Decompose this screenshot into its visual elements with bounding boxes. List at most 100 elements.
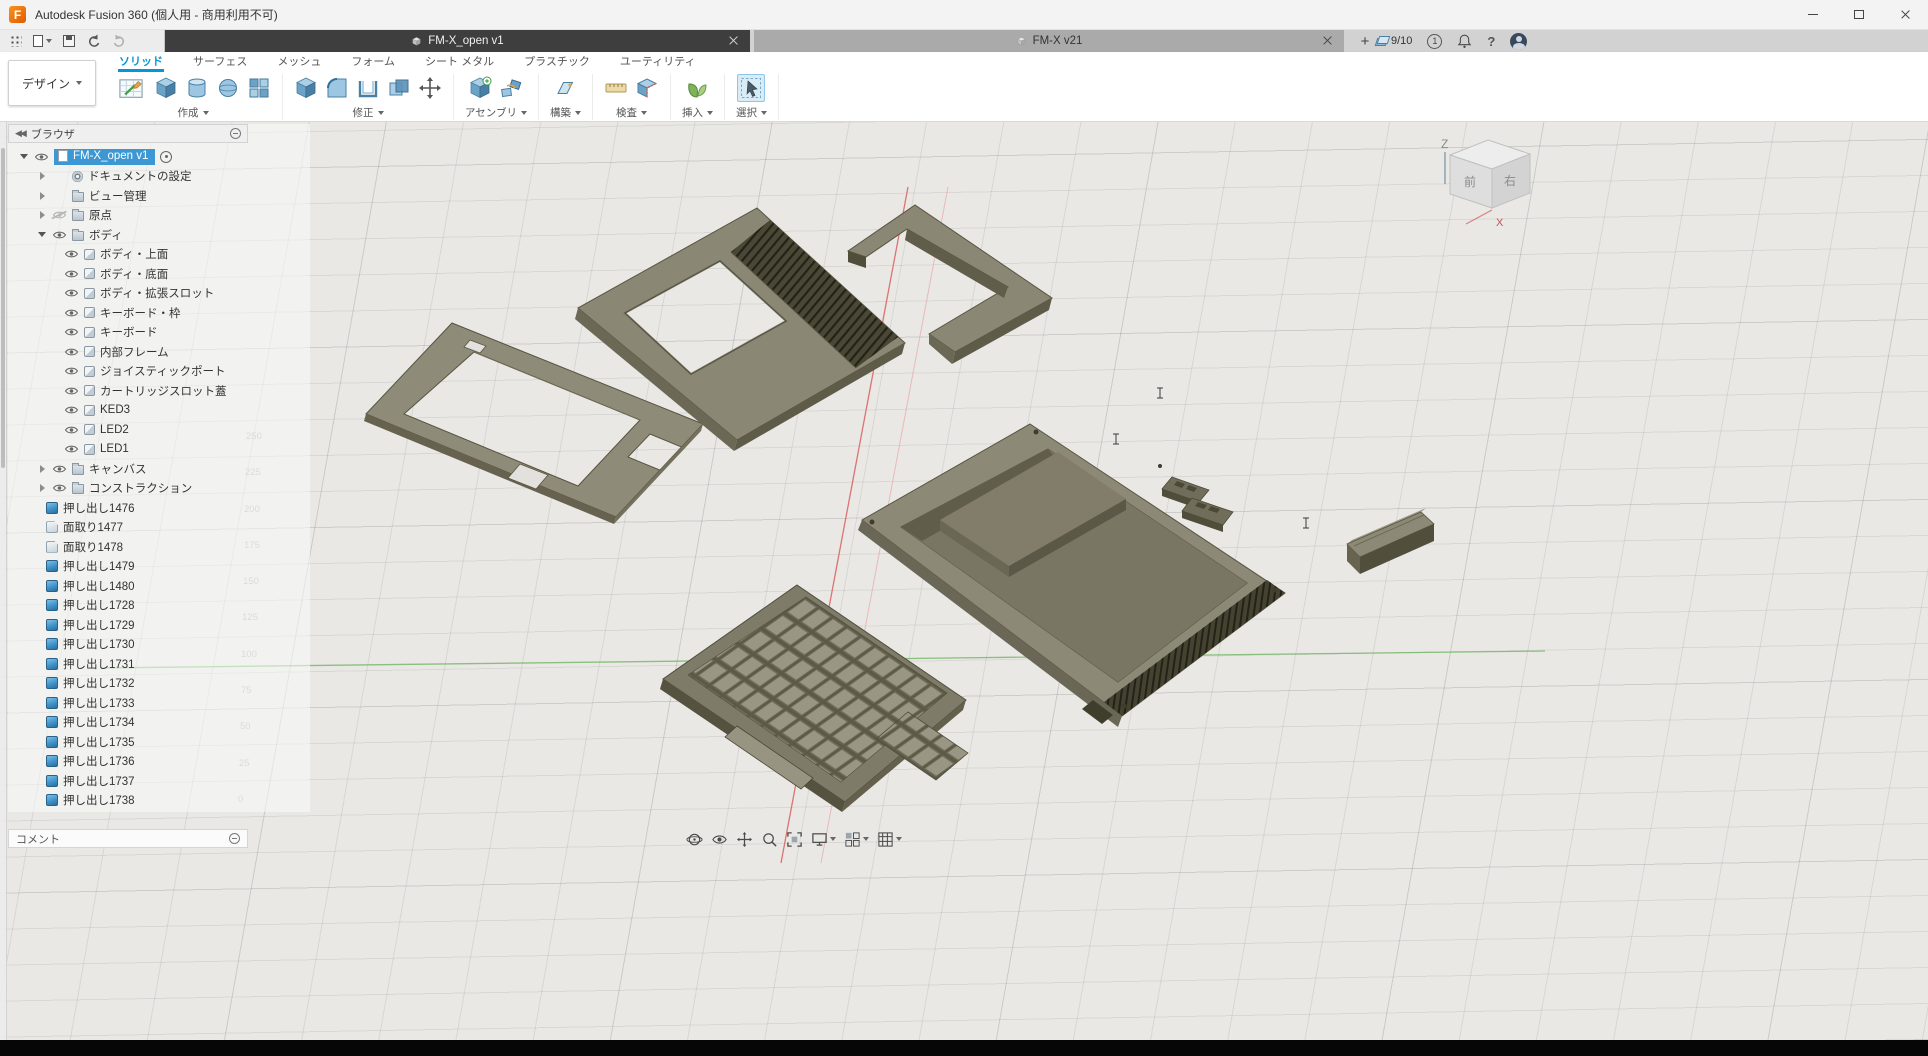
group-label-insert[interactable]: 挿入 xyxy=(682,105,713,120)
zoom-button[interactable] xyxy=(759,829,780,850)
cylinder-icon[interactable] xyxy=(185,76,209,100)
feature-row[interactable]: 押し出し1738 xyxy=(8,791,310,811)
feature-row[interactable]: 押し出し1480 xyxy=(8,576,310,596)
minimize-panel-icon[interactable] xyxy=(230,128,241,139)
bell-icon[interactable] xyxy=(1457,33,1472,49)
maximize-button[interactable] xyxy=(1836,0,1882,29)
cloud-credits-indicator[interactable]: 9/10 xyxy=(1376,35,1412,47)
viewport-canvas[interactable]: 250 225 200 175 150 125 100 75 50 25 0 xyxy=(0,122,1928,1040)
activate-component-icon[interactable] xyxy=(160,151,172,163)
group-label-construct[interactable]: 構築 xyxy=(550,105,581,120)
new-component-icon[interactable] xyxy=(468,76,492,100)
panel-scrollbar[interactable] xyxy=(0,122,7,1040)
visibility-eye-icon[interactable] xyxy=(34,152,49,162)
pan-button[interactable] xyxy=(734,829,755,850)
tree-row-body[interactable]: KED3 xyxy=(64,401,310,421)
save-icon[interactable] xyxy=(63,35,75,47)
expander-icon[interactable] xyxy=(20,152,29,161)
tree-row[interactable]: ドキュメントの設定 xyxy=(38,167,310,187)
feature-row[interactable]: 押し出し1729 xyxy=(8,615,310,635)
model-bottom-tray[interactable] xyxy=(858,424,1285,727)
visibility-eye-icon[interactable] xyxy=(64,249,79,259)
shell-icon[interactable] xyxy=(356,76,380,100)
expander-icon[interactable] xyxy=(38,484,47,493)
feature-row[interactable]: 押し出し1736 xyxy=(8,752,310,772)
group-label-create[interactable]: 作成 xyxy=(178,105,209,120)
feature-row[interactable]: 押し出し1735 xyxy=(8,732,310,752)
tree-row-body[interactable]: キーボード・枠 xyxy=(64,303,310,323)
job-status-icon[interactable]: 1 xyxy=(1427,34,1442,49)
orbit-button[interactable] xyxy=(684,829,705,850)
joint-icon[interactable] xyxy=(499,76,523,100)
model-u-bracket[interactable] xyxy=(848,205,1052,364)
combine-icon[interactable] xyxy=(387,76,411,100)
viewports-button[interactable] xyxy=(842,829,871,850)
group-label-select[interactable]: 選択 xyxy=(736,105,767,120)
construction-plane-icon[interactable] xyxy=(553,76,577,100)
section-analysis-icon[interactable] xyxy=(635,76,659,100)
ribbon-tab[interactable]: メッシュ xyxy=(276,52,322,72)
tree-row[interactable]: コンストラクション xyxy=(38,479,310,499)
visibility-eye-icon[interactable] xyxy=(64,308,79,318)
minimize-button[interactable] xyxy=(1790,0,1836,29)
expander-icon[interactable] xyxy=(38,191,47,200)
view-cube[interactable]: Z 前 右 X xyxy=(1438,136,1558,231)
feature-row[interactable]: 押し出し1730 xyxy=(8,635,310,655)
tree-row-body[interactable]: キーボード xyxy=(64,323,310,343)
measure-icon[interactable] xyxy=(604,76,628,100)
tree-row-root[interactable]: FM-X_open v1 xyxy=(8,147,310,167)
expander-icon[interactable] xyxy=(38,172,47,181)
ribbon-tab[interactable]: サーフェス xyxy=(192,52,248,72)
workspace-switcher[interactable]: デザイン xyxy=(8,60,96,106)
new-document-tab-button[interactable]: + xyxy=(1353,30,1377,52)
visibility-eye-icon[interactable] xyxy=(64,269,79,279)
tree-row-body[interactable]: ボディ・上面 xyxy=(64,245,310,265)
minimize-panel-icon[interactable] xyxy=(229,833,240,844)
visibility-eye-icon[interactable] xyxy=(64,444,79,454)
ribbon-tab[interactable]: プラスチック xyxy=(523,52,591,72)
fit-view-button[interactable] xyxy=(784,829,805,850)
group-label-inspect[interactable]: 検査 xyxy=(616,105,647,120)
feature-row[interactable]: 押し出し1728 xyxy=(8,596,310,616)
help-icon[interactable]: ? xyxy=(1487,34,1495,49)
visibility-eye-icon[interactable] xyxy=(64,288,79,298)
expander-icon[interactable] xyxy=(38,230,47,239)
look-at-button[interactable] xyxy=(709,829,730,850)
redo-icon[interactable] xyxy=(112,34,127,48)
tree-row-bodies-folder[interactable]: ボディ xyxy=(8,225,310,245)
close-button[interactable] xyxy=(1882,0,1928,29)
move-icon[interactable] xyxy=(418,76,442,100)
tree-row-body[interactable]: 内部フレーム xyxy=(64,342,310,362)
feature-row[interactable]: 押し出し1732 xyxy=(8,674,310,694)
visibility-eye-icon[interactable] xyxy=(52,464,67,474)
tree-row[interactable]: ビュー管理 xyxy=(38,186,310,206)
visibility-eye-icon[interactable] xyxy=(52,483,67,493)
display-settings-button[interactable] xyxy=(809,829,838,850)
tree-row[interactable]: 原点 xyxy=(38,206,310,226)
model-keyboard[interactable] xyxy=(660,585,968,812)
visibility-eye-icon[interactable] xyxy=(64,386,79,396)
document-tab-active[interactable]: FM-X_open v1 xyxy=(165,30,750,52)
model-cartridge-slot-cover[interactable] xyxy=(1347,508,1434,574)
collapse-panel-icon[interactable]: ◀◀ xyxy=(15,128,25,139)
avatar[interactable] xyxy=(1510,33,1527,50)
tab-close-icon[interactable] xyxy=(727,34,740,47)
visibility-eye-icon[interactable] xyxy=(52,230,67,240)
ribbon-tab[interactable]: フォーム xyxy=(350,52,396,72)
visibility-eye-icon[interactable] xyxy=(64,327,79,337)
select-tool-active[interactable] xyxy=(737,74,765,102)
tab-close-icon[interactable] xyxy=(1321,34,1334,47)
document-tab-inactive[interactable]: FM-X v21 xyxy=(754,30,1344,52)
selected-root-node[interactable]: FM-X_open v1 xyxy=(54,149,155,165)
press-pull-icon[interactable] xyxy=(294,76,318,100)
visibility-eye-icon[interactable] xyxy=(64,405,79,415)
tree-row-body[interactable]: ボディ・底面 xyxy=(64,264,310,284)
feature-row[interactable]: 押し出し1734 xyxy=(8,713,310,733)
scrollbar-thumb[interactable] xyxy=(1,148,5,468)
visibility-eye-icon[interactable] xyxy=(64,366,79,376)
revolve-icon[interactable] xyxy=(216,76,240,100)
tree-row-body[interactable]: LED1 xyxy=(64,440,310,460)
feature-row[interactable]: 面取り1477 xyxy=(8,518,310,538)
pattern-icon[interactable] xyxy=(247,76,271,100)
create-sketch-icon[interactable] xyxy=(115,74,147,102)
